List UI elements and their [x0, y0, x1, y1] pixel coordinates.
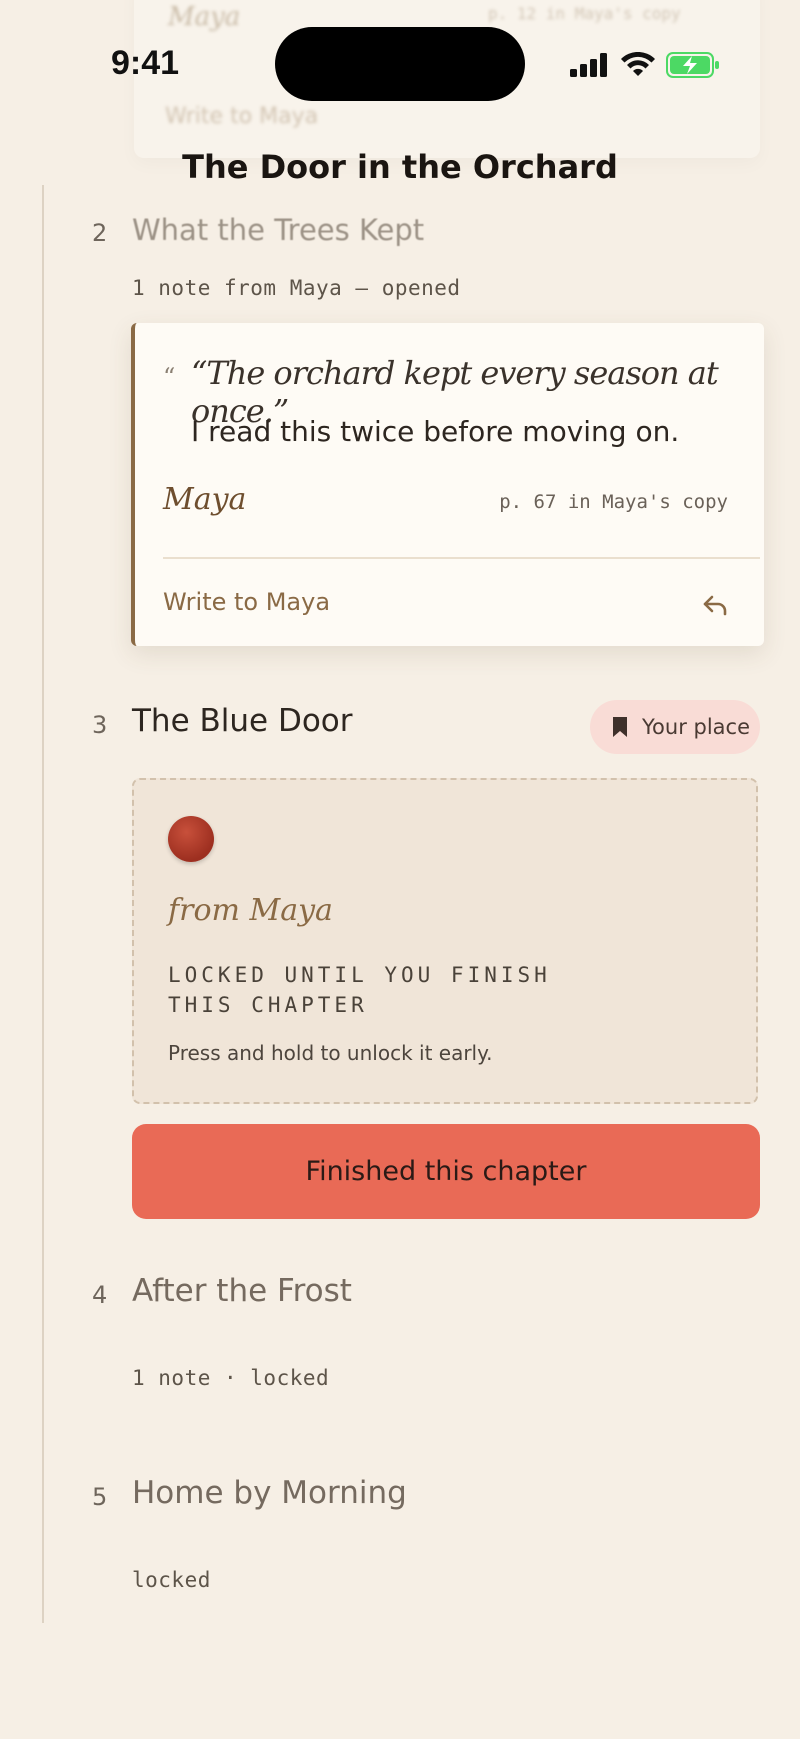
- chapter-2-title[interactable]: What the Trees Kept: [132, 213, 424, 247]
- previous-write-link[interactable]: Write to Maya: [165, 104, 318, 129]
- previous-note-page-ref: p. 12 in Maya's copy: [488, 4, 681, 23]
- wifi-icon: [621, 52, 655, 76]
- chapter-3-title[interactable]: The Blue Door: [132, 703, 353, 739]
- chapter-4-title[interactable]: After the Frost: [132, 1273, 352, 1309]
- status-time: 9:41: [111, 44, 180, 82]
- chapter-5-meta: locked: [132, 1568, 211, 1592]
- previous-note-signature: Maya: [168, 2, 241, 32]
- bookmark-icon: [613, 717, 627, 737]
- chapter-3-number: 3: [92, 711, 108, 739]
- quote-mark: “: [163, 363, 176, 391]
- badge-label: Your place: [642, 715, 751, 739]
- your-place-badge: Your place: [590, 700, 760, 754]
- chapter-5-title[interactable]: Home by Morning: [132, 1475, 407, 1511]
- write-to-maya-link[interactable]: Write to Maya: [163, 588, 330, 616]
- cellular-signal-icon: [570, 53, 607, 77]
- finished-chapter-button[interactable]: Finished this chapter: [132, 1124, 760, 1219]
- chapter-4-number: 4: [92, 1281, 108, 1309]
- chapter-2-meta: 1 note from Maya — opened: [132, 276, 461, 300]
- chapter-2-number: 2: [92, 219, 108, 247]
- wax-seal-icon: [168, 816, 214, 862]
- status-icons: [570, 50, 720, 80]
- battery-charging-icon: [666, 52, 719, 78]
- chapter-4-meta: 1 note · locked: [132, 1366, 330, 1390]
- note-page-ref: p. 67 in Maya's copy: [499, 491, 728, 513]
- chapter-5-number: 5: [92, 1483, 108, 1511]
- note-text: I read this twice before moving on.: [191, 415, 680, 448]
- unlock-hint: Press and hold to unlock it early.: [168, 1041, 493, 1065]
- note-divider: [163, 557, 760, 559]
- reply-arrow-icon[interactable]: [700, 590, 730, 620]
- dynamic-island: [275, 27, 525, 101]
- letter-from: from Maya: [168, 893, 333, 928]
- timeline-rail: [42, 185, 44, 1623]
- note-signature: Maya: [163, 482, 247, 517]
- locked-message: LOCKED UNTIL YOU FINISH THIS CHAPTER: [168, 963, 551, 1017]
- book-title: The Door in the Orchard: [182, 148, 618, 186]
